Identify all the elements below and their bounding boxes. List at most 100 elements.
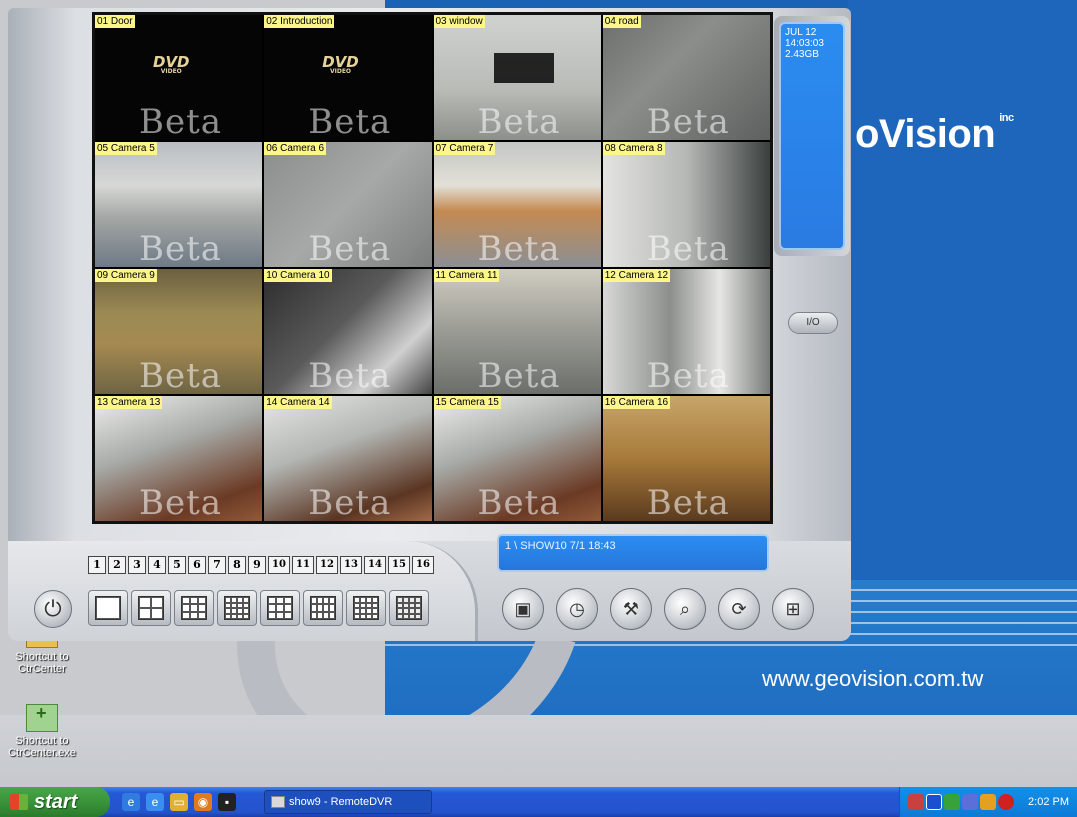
channel-button[interactable]: 1: [88, 556, 106, 574]
beta-watermark: Beta: [308, 483, 392, 521]
layout-grid-icon: [138, 596, 164, 620]
camera-label: 10 Camera 10: [264, 269, 332, 282]
beta-watermark: Beta: [477, 483, 561, 521]
channel-button[interactable]: 6: [188, 556, 206, 574]
quick-launch: e e ▭ ◉ ▪: [122, 793, 236, 811]
tray-network-icon[interactable]: [944, 794, 960, 810]
channel-button[interactable]: 12: [316, 556, 338, 574]
taskbar-item-remotedvr[interactable]: show9 - RemoteDVR: [264, 790, 432, 814]
brand-url: www.geovision.com.tw: [762, 666, 984, 691]
beta-watermark: Beta: [477, 356, 561, 394]
layout-8-button[interactable]: [217, 590, 257, 626]
tray-volume-icon[interactable]: [962, 794, 978, 810]
camera-view[interactable]: Beta 07 Camera 7: [433, 142, 601, 267]
layout-1-button[interactable]: [88, 590, 128, 626]
start-label: start: [34, 791, 78, 813]
channel-button[interactable]: 8: [228, 556, 246, 574]
info-panel: JUL 12 14:03:03 2.43GB: [779, 22, 845, 250]
channel-button[interactable]: 5: [168, 556, 186, 574]
beta-watermark: Beta: [477, 229, 561, 267]
tools-button[interactable]: ⚒: [610, 588, 652, 630]
layout-grid-icon: [310, 596, 336, 620]
channel-button[interactable]: 16: [412, 556, 434, 574]
layout-grid-icon: [267, 596, 293, 620]
cmd-icon[interactable]: ▪: [218, 793, 236, 811]
info-disk: 2.43GB: [785, 49, 819, 60]
desktop-icon-label: Shortcut to CtrCenter: [15, 651, 69, 675]
wallpaper-gray: [0, 715, 1077, 787]
dvd-logo: DVD VIDEO: [153, 53, 190, 75]
layout-16-button[interactable]: [389, 590, 429, 626]
channel-button[interactable]: 14: [364, 556, 386, 574]
tray-update-icon[interactable]: [980, 794, 996, 810]
layout-grid-icon: [224, 596, 250, 620]
desktop-icon-ctrcenter-exe[interactable]: + Shortcut to CtrCenter.exe: [2, 704, 82, 759]
folder-icon[interactable]: ▭: [170, 793, 188, 811]
desktop: oVision inc www.geovision.com.tw Shortcut…: [0, 0, 1077, 787]
channel-button[interactable]: 13: [340, 556, 362, 574]
search-button[interactable]: ⌕: [664, 588, 706, 630]
channel-button[interactable]: 7: [208, 556, 226, 574]
remote-dvr-window: DVD VIDEO Beta 01 Door DVD VIDEO Beta 02 Introd…: [8, 8, 851, 641]
camera-label: 07 Camera 7: [433, 142, 496, 155]
camera-label: 08 Camera 8: [602, 142, 665, 155]
camera-label: 09 Camera 9: [95, 269, 157, 282]
monitor-button[interactable]: ▣: [502, 588, 544, 630]
clock: 2:02 PM: [1028, 796, 1069, 808]
brand-logo-text: oVision: [855, 112, 996, 156]
camera-view[interactable]: DVD VIDEO Beta 02 Introduction: [264, 15, 432, 140]
camera-view[interactable]: Beta 10 Camera 10: [264, 269, 432, 394]
channel-button[interactable]: 11: [292, 556, 314, 574]
channel-button[interactable]: 4: [148, 556, 166, 574]
camera-label: 02 Introduction: [264, 15, 335, 28]
browser-icon[interactable]: e: [146, 793, 164, 811]
camera-view[interactable]: Beta 05 Camera 5: [95, 142, 263, 267]
camera-view[interactable]: Beta 08 Camera 8: [602, 142, 770, 267]
channel-button[interactable]: 3: [128, 556, 146, 574]
layout-13-button[interactable]: [346, 590, 386, 626]
tray-play-icon[interactable]: [926, 794, 942, 810]
camera-label: 13 Camera 13: [95, 396, 163, 409]
camera-view[interactable]: Beta 04 road: [602, 15, 770, 140]
wallpaper-blue-top: [848, 0, 1077, 580]
start-button[interactable]: start: [0, 787, 110, 817]
camera-label: 04 road: [602, 15, 641, 28]
camera-view[interactable]: Beta 06 Camera 6: [264, 142, 432, 267]
channel-button[interactable]: 2: [108, 556, 126, 574]
camera-view[interactable]: Beta 12 Camera 12: [602, 269, 770, 394]
layout-grid-icon: [396, 596, 422, 620]
channel-button[interactable]: 9: [248, 556, 266, 574]
channel-button[interactable]: 10: [268, 556, 290, 574]
power-button[interactable]: ⏻: [34, 590, 72, 628]
camera-view[interactable]: Beta 03 window: [433, 15, 601, 140]
layout-6-button[interactable]: [174, 590, 214, 626]
camera-view[interactable]: Beta 13 Camera 13: [95, 396, 263, 521]
beta-watermark: Beta: [139, 356, 223, 394]
network-button[interactable]: ⟳: [718, 588, 760, 630]
io-button[interactable]: I/O: [788, 312, 838, 334]
camera-label: 14 Camera 14: [264, 396, 332, 409]
beta-watermark: Beta: [139, 102, 223, 140]
layout-grid-icon: [353, 596, 379, 620]
connection-button[interactable]: ⊞: [772, 588, 814, 630]
camera-view[interactable]: Beta 09 Camera 9: [95, 269, 263, 394]
beta-watermark: Beta: [139, 483, 223, 521]
channel-button[interactable]: 15: [388, 556, 410, 574]
ie-icon[interactable]: e: [122, 793, 140, 811]
layout-10-button[interactable]: [303, 590, 343, 626]
camera-view[interactable]: DVD VIDEO Beta 01 Door: [95, 15, 263, 140]
layout-4-button[interactable]: [131, 590, 171, 626]
layout-grid-icon: [95, 596, 121, 620]
camera-view[interactable]: Beta 15 Camera 15: [433, 396, 601, 521]
media-icon[interactable]: ◉: [194, 793, 212, 811]
schedule-button[interactable]: ◷: [556, 588, 598, 630]
tray-ati-icon[interactable]: [998, 794, 1014, 810]
camera-view[interactable]: Beta 16 Camera 16: [602, 396, 770, 521]
layout-9-button[interactable]: [260, 590, 300, 626]
camera-label: 05 Camera 5: [95, 142, 157, 155]
camera-view[interactable]: Beta 14 Camera 14: [264, 396, 432, 521]
camera-label: 06 Camera 6: [264, 142, 327, 155]
tray-app-icon[interactable]: [908, 794, 924, 810]
camera-label: 16 Camera 16: [602, 396, 671, 409]
camera-view[interactable]: Beta 11 Camera 11: [433, 269, 601, 394]
